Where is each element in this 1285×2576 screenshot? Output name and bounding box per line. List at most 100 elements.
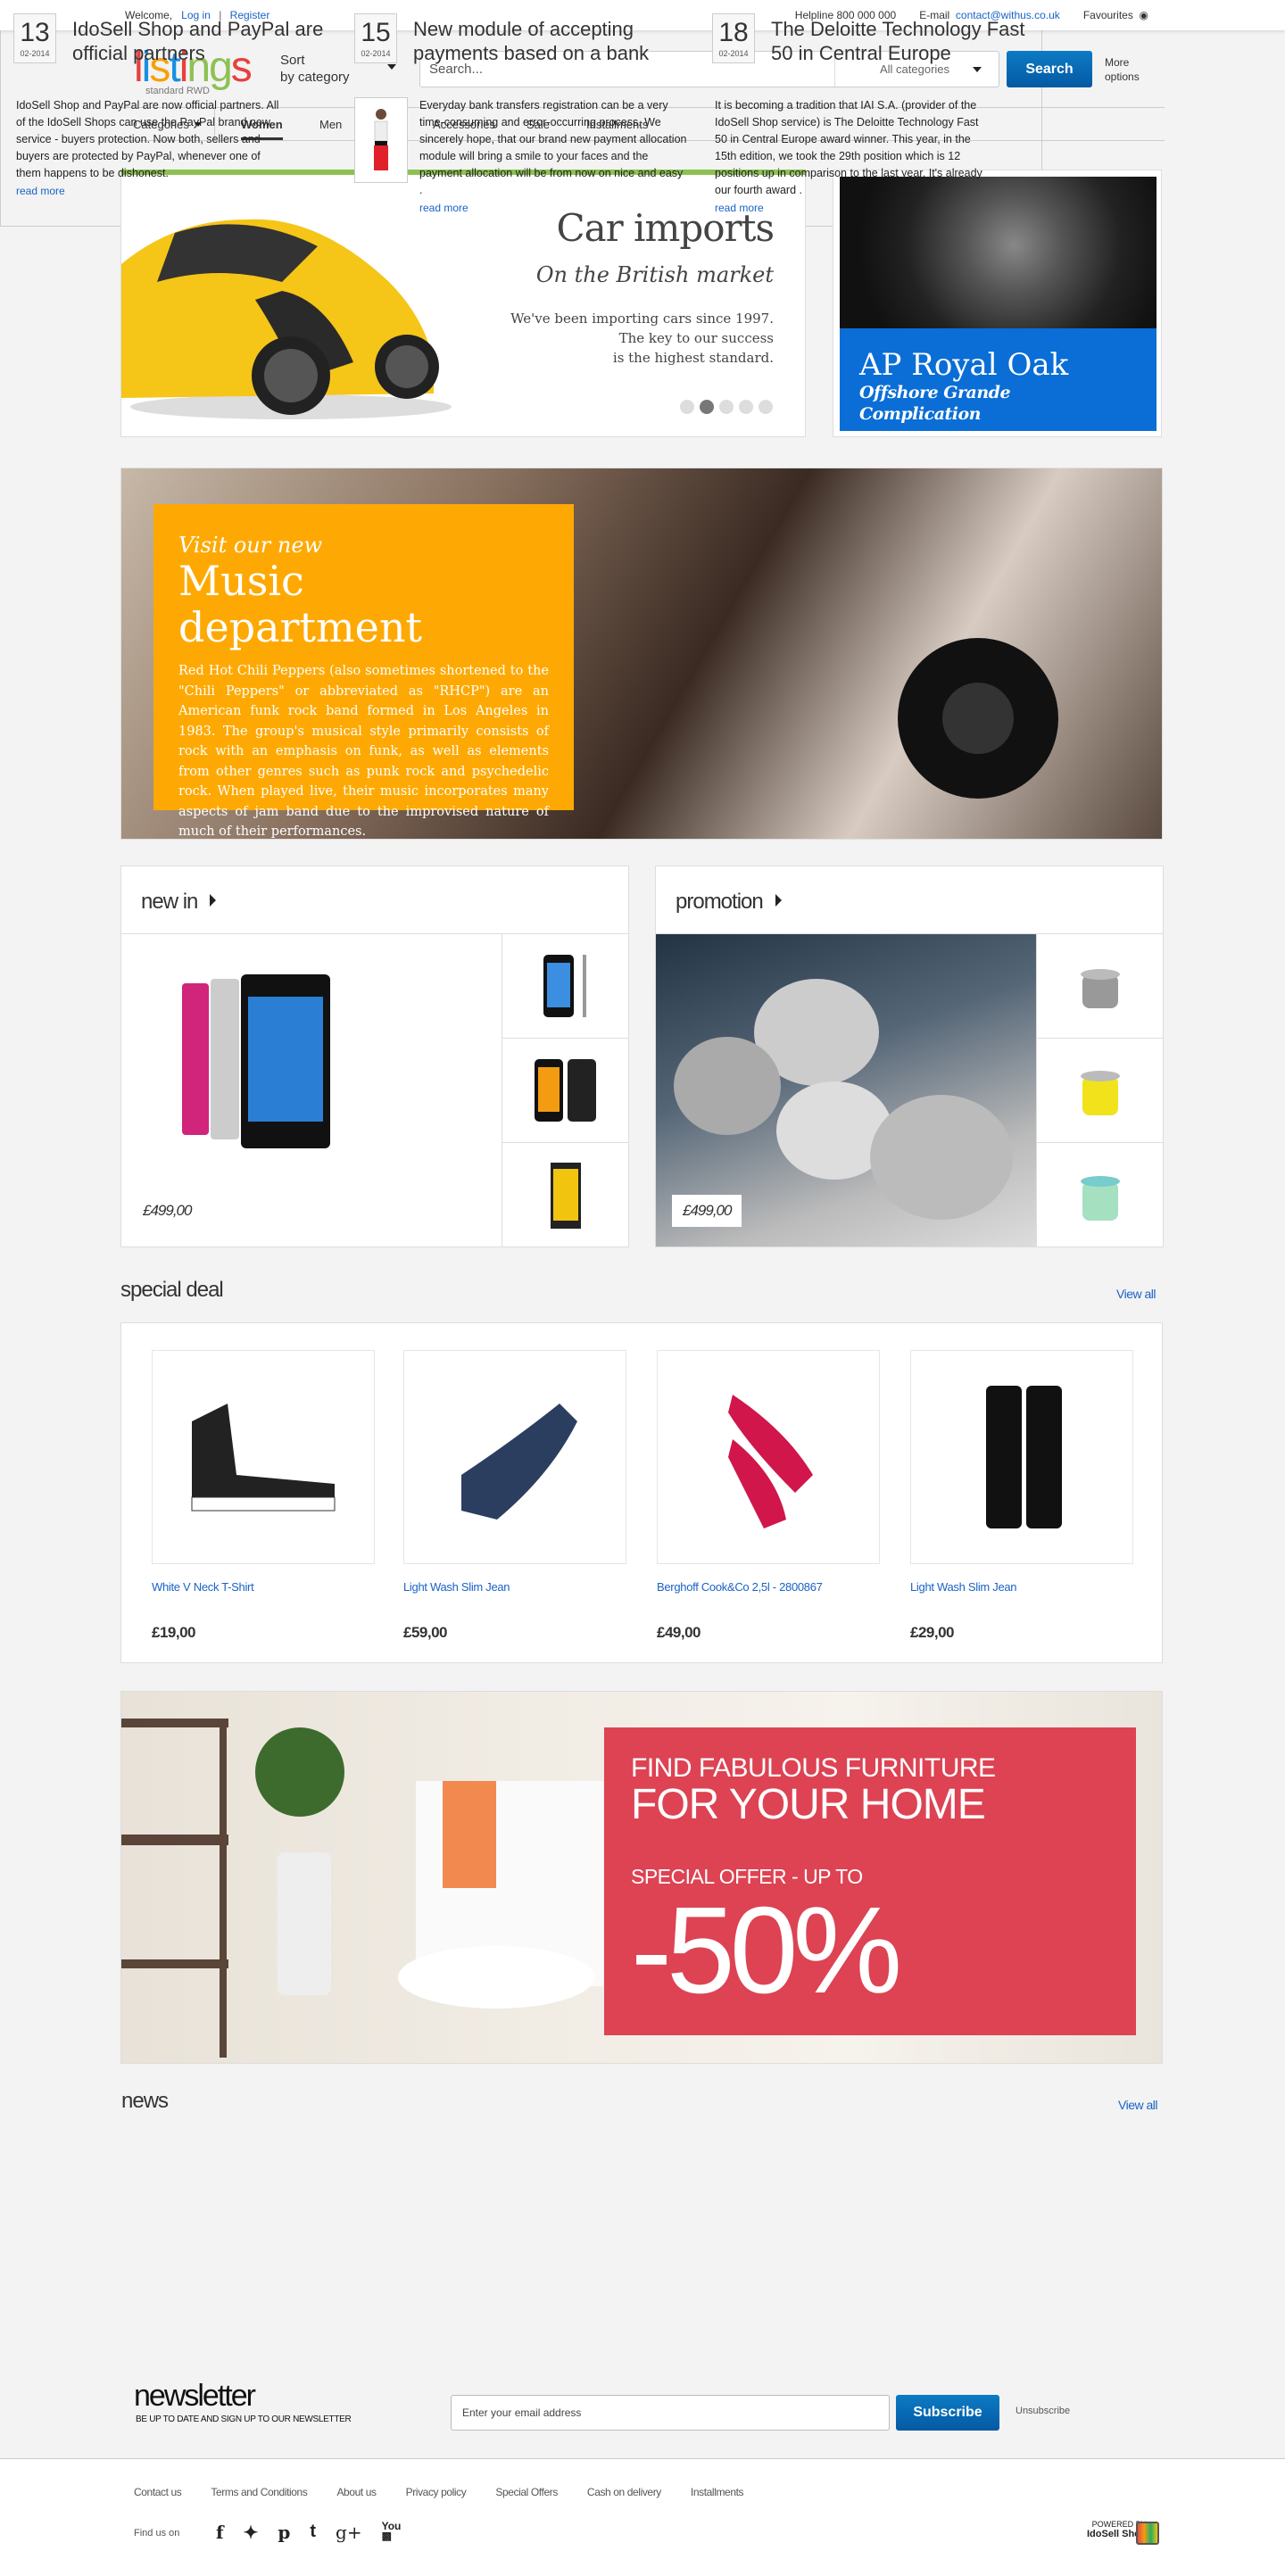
deal-name[interactable]: Light Wash Slim Jean xyxy=(403,1580,626,1594)
news-title-link[interactable]: New module of accepting payments based o… xyxy=(413,17,681,65)
find-us-label: Find us on xyxy=(134,2528,180,2539)
footer-link-terms[interactable]: Terms and Conditions xyxy=(211,2486,307,2498)
deal-name[interactable]: Light Wash Slim Jean xyxy=(910,1580,1133,1594)
newsletter-email-input[interactable] xyxy=(451,2395,890,2431)
deal-item[interactable]: Light Wash Slim Jean £59,00 xyxy=(403,1350,626,1642)
deal-image xyxy=(657,1350,880,1564)
hero-line: The key to our success xyxy=(618,330,774,346)
slider-dot[interactable] xyxy=(759,400,773,414)
deal-name[interactable]: White V Neck T-Shirt xyxy=(152,1580,375,1594)
news-month: 02-2014 xyxy=(718,49,749,58)
pot-thumb xyxy=(1080,969,1120,1008)
footer-link-special-offers[interactable]: Special Offers xyxy=(495,2486,558,2498)
new-in-title: new in xyxy=(141,890,198,914)
footer: Contact us Terms and Conditions About us… xyxy=(0,2458,1285,2576)
twitter-icon[interactable]: ✦ xyxy=(244,2522,259,2544)
news-text: Everyday bank transfers registration can… xyxy=(419,99,687,196)
slider-dot[interactable] xyxy=(680,400,694,414)
slider-dot[interactable] xyxy=(719,400,734,414)
slider-dots xyxy=(680,400,773,414)
tumblr-icon[interactable]: t xyxy=(310,2522,316,2544)
thumbnail[interactable] xyxy=(1037,1143,1163,1247)
subscribe-button[interactable]: Subscribe xyxy=(896,2395,999,2431)
promotion-header[interactable]: promotion xyxy=(656,866,1163,934)
news-body: IdoSell Shop and PayPal are now official… xyxy=(16,97,284,200)
news-date: 15 02-2014 xyxy=(354,13,397,63)
deal-item[interactable]: White V Neck T-Shirt £19,00 xyxy=(152,1350,375,1642)
footer-link-privacy[interactable]: Privacy policy xyxy=(406,2486,467,2498)
promotion-price: £499,00 xyxy=(672,1195,742,1227)
furniture-banner[interactable]: FIND FABULOUS FURNITURE FOR YOUR HOME SP… xyxy=(120,1691,1163,2064)
news-body: Everyday bank transfers registration can… xyxy=(419,97,687,217)
chevron-down-icon[interactable] xyxy=(387,64,396,70)
more-options-link[interactable]: More options xyxy=(1105,55,1140,84)
hero-text: We've been importing cars since 1997. Th… xyxy=(510,309,774,368)
deal-image xyxy=(152,1350,375,1564)
google-plus-icon[interactable]: g+ xyxy=(336,2522,362,2544)
news-thumbnail[interactable] xyxy=(354,97,408,183)
favourites-link[interactable]: Favourites ◉ xyxy=(1083,9,1148,21)
more-line1: More xyxy=(1105,56,1130,69)
furniture-image xyxy=(121,1719,603,2058)
new-in-header[interactable]: new in xyxy=(121,866,628,934)
arrow-right-icon xyxy=(210,894,217,907)
news-text: It is becoming a tradition that IAI S.A.… xyxy=(715,99,982,196)
read-more-link[interactable]: read more xyxy=(715,200,991,217)
footer-link-cash-on-delivery[interactable]: Cash on delivery xyxy=(587,2486,661,2498)
furniture-line1: FIND FABULOUS FURNITURE xyxy=(631,1753,996,1783)
pinterest-icon[interactable]: p xyxy=(278,2522,290,2544)
thumbnail[interactable] xyxy=(502,934,628,1039)
slider-dot[interactable] xyxy=(739,400,753,414)
music-banner[interactable]: Visit our new Music department Red Hot C… xyxy=(120,468,1163,840)
facebook-icon[interactable]: f xyxy=(216,2522,224,2544)
footer-link-installments[interactable]: Installments xyxy=(691,2486,744,2498)
logo-subtitle: standard RWD xyxy=(145,86,210,96)
slider-dot[interactable] xyxy=(700,400,714,414)
news-title-link[interactable]: The Deloitte Technology Fast 50 in Centr… xyxy=(771,17,1039,65)
deal-item[interactable]: Light Wash Slim Jean £29,00 xyxy=(910,1350,1133,1642)
idosell-logo xyxy=(1136,2522,1159,2545)
footer-link-about[interactable]: About us xyxy=(336,2486,377,2498)
deal-item[interactable]: Berghoff Cook&Co 2,5l - 2800867 £49,00 xyxy=(657,1350,880,1642)
new-in-thumbnails xyxy=(502,934,628,1247)
news-title: news xyxy=(121,2089,169,2113)
news-title-link[interactable]: IdoSell Shop and PayPal are official par… xyxy=(72,17,340,65)
read-more-link[interactable]: read more xyxy=(419,200,687,217)
thumbnail[interactable] xyxy=(502,1143,628,1247)
news-panel: 13 02-2014 IdoSell Shop and PayPal are of… xyxy=(0,0,1042,227)
youtube-icon[interactable]: You ▩ xyxy=(382,2521,402,2544)
news-day: 15 xyxy=(361,18,391,47)
furniture-line2: FOR YOUR HOME xyxy=(631,1781,986,1828)
deal-price: £49,00 xyxy=(657,1624,701,1641)
arrow-right-icon xyxy=(775,894,782,907)
footer-links: Contact us Terms and Conditions About us… xyxy=(134,2486,773,2498)
nav-item-men[interactable]: Men xyxy=(319,118,342,131)
sort-line2: by category xyxy=(280,70,350,85)
news-day: 13 xyxy=(20,18,50,47)
thumbnail[interactable] xyxy=(1037,934,1163,1039)
deal-name[interactable]: Berghoff Cook&Co 2,5l - 2800867 xyxy=(657,1580,880,1594)
new-in-main-product[interactable]: £499,00 xyxy=(121,934,502,1247)
new-in-panel: new in £499,00 xyxy=(120,866,629,1247)
special-deal-view-all[interactable]: View all xyxy=(1116,1287,1156,1301)
special-deal-title: special deal xyxy=(120,1278,224,1302)
promotion-main-product[interactable]: £499,00 xyxy=(656,934,1036,1247)
hero-subtitle: On the British market xyxy=(535,262,774,287)
news-view-all[interactable]: View all xyxy=(1118,2098,1158,2112)
pot-thumb xyxy=(1080,1071,1120,1115)
phone-image xyxy=(182,974,330,1148)
favourites-label: Favourites xyxy=(1082,9,1133,21)
new-in-price: £499,00 xyxy=(143,1202,192,1219)
special-deal-panel: White V Neck T-Shirt £19,00 Light Wash S… xyxy=(120,1322,1163,1663)
promotion-panel: promotion £499,00 xyxy=(655,866,1164,1247)
thumbnail[interactable] xyxy=(1037,1039,1163,1143)
unsubscribe-link[interactable]: Unsubscribe xyxy=(1016,2406,1070,2416)
footer-link-contact[interactable]: Contact us xyxy=(134,2486,182,2498)
watch-subtitle: Offshore Grande Complication xyxy=(859,383,1011,424)
music-body: Red Hot Chili Peppers (also sometimes sh… xyxy=(178,664,549,839)
read-more-link[interactable]: read more xyxy=(16,183,284,200)
thumbnail[interactable] xyxy=(502,1039,628,1143)
news-date: 18 02-2014 xyxy=(712,13,755,63)
more-line2: options xyxy=(1105,70,1140,83)
deal-price: £19,00 xyxy=(152,1624,196,1641)
